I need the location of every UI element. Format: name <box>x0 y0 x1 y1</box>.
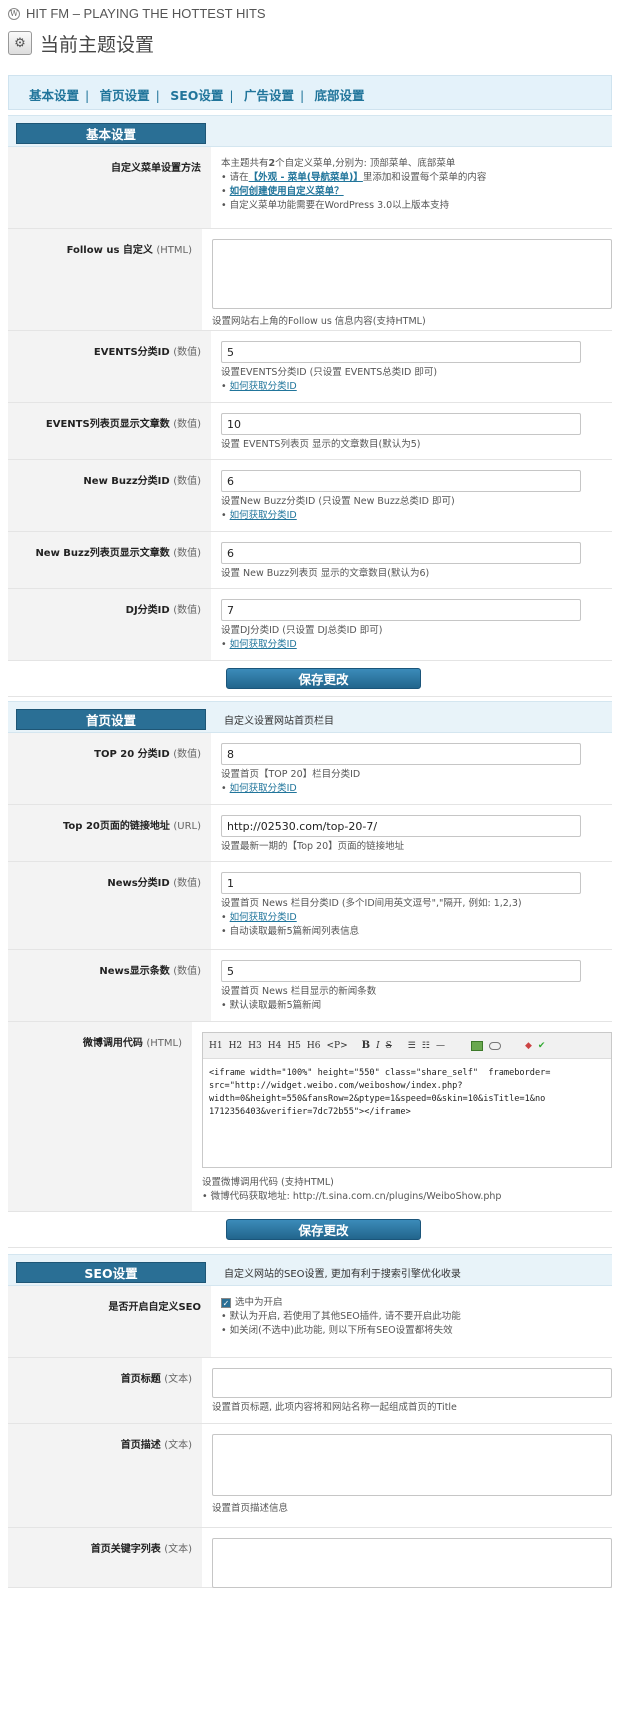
home-settings-section: 首页设置 自定义设置网站首页栏目 TOP 20 分类ID (数值) 8 设置首页… <box>8 701 612 1248</box>
nav-seo[interactable]: SEO设置 <box>170 88 223 103</box>
admin-topbar: W HIT FM – PLAYING THE HOTTEST HITS <box>0 0 620 22</box>
follow-us-hint: 设置网站右上角的Follow us 信息内容(支持HTML) <box>212 316 426 327</box>
basic-settings-section: 基本设置 自定义菜单设置方法 本主题共有2个自定义菜单,分别为: 顶部菜单、底部… <box>8 115 612 697</box>
menu-setting-info: 本主题共有2个自定义菜单,分别为: 顶部菜单、底部菜单 请在【外观 - 菜单(导… <box>211 147 612 228</box>
how-get-id-link[interactable]: 如何获取分类ID <box>230 510 297 521</box>
home-section-desc: 自定义设置网站首页栏目 <box>224 716 334 727</box>
how-get-id-link[interactable]: 如何获取分类ID <box>230 639 297 650</box>
basic-section-tab: 基本设置 <box>16 123 206 144</box>
events-count-row: EVENTS列表页显示文章数 (数值) 10 设置 EVENTS列表页 显示的文… <box>8 403 612 460</box>
how-get-id-link[interactable]: 如何获取分类ID <box>230 783 297 794</box>
nav-basic[interactable]: 基本设置 <box>29 88 79 103</box>
italic-button[interactable]: I <box>376 1039 380 1053</box>
custom-menu-help-link[interactable]: 如何创建使用自定义菜单？ <box>230 186 344 197</box>
top20-id-row: TOP 20 分类ID (数值) 8 设置首页【TOP 20】栏目分类ID 如何… <box>8 733 612 805</box>
weibo-code-textarea[interactable]: <iframe width="100%" height="550" class=… <box>203 1059 611 1167</box>
menu-setting-row: 自定义菜单设置方法 本主题共有2个自定义菜单,分别为: 顶部菜单、底部菜单 请在… <box>8 147 612 229</box>
seo-section-header: SEO设置 自定义网站的SEO设置, 更加有利于搜索引擎优化收录 <box>8 1254 612 1286</box>
home-save-row: 保存更改 <box>8 1212 612 1248</box>
editor-toolbar: H1 H2 H3 H4 H5 H6 <P> B I S ☰ ☷ — ◆ ✔ <box>203 1033 611 1059</box>
page-title: 当前主题设置 <box>40 33 155 56</box>
wordpress-icon: W <box>8 7 20 20</box>
seo-enable-checkbox[interactable]: ✓ <box>221 1297 231 1308</box>
menu-setting-label: 自定义菜单设置方法 <box>8 147 211 228</box>
h4-button[interactable]: H4 <box>268 1039 282 1053</box>
paragraph-button[interactable]: <P> <box>326 1039 347 1053</box>
image-icon[interactable] <box>470 1040 483 1051</box>
bold-button[interactable]: B <box>362 1039 370 1053</box>
code-icon[interactable]: ◆ <box>525 1039 532 1053</box>
home-save-button[interactable]: 保存更改 <box>226 1219 421 1240</box>
dj-id-input[interactable]: 7 <box>221 599 581 621</box>
weibo-code-row: 微博调用代码 (HTML) H1 H2 H3 H4 H5 H6 <P> B I … <box>8 1022 612 1212</box>
follow-us-label: Follow us 自定义 <box>66 245 153 256</box>
how-get-id-link[interactable]: 如何获取分类ID <box>230 381 297 392</box>
link-icon[interactable] <box>488 1041 501 1050</box>
menu-admin-link[interactable]: 【外观 - 菜单(导航菜单)】 <box>249 172 363 183</box>
h6-button[interactable]: H6 <box>307 1039 321 1053</box>
basic-save-row: 保存更改 <box>8 661 612 697</box>
bullet-list-icon[interactable]: ☰ <box>408 1039 416 1053</box>
seo-desc-textarea[interactable] <box>212 1434 612 1496</box>
buzz-id-input[interactable]: 6 <box>221 470 581 492</box>
seo-desc-row: 首页描述 (文本) 设置首页描述信息 <box>8 1424 612 1528</box>
h2-button[interactable]: H2 <box>229 1039 243 1053</box>
check-icon[interactable]: ✔ <box>538 1039 546 1053</box>
news-count-row: News显示条数 (数值) 5 设置首页 News 栏目显示的新闻条数 默认读取… <box>8 950 612 1022</box>
events-id-row: EVENTS分类ID (数值) 5 设置EVENTS分类ID (只设置 EVEN… <box>8 331 612 403</box>
hr-icon[interactable]: — <box>436 1039 445 1053</box>
weibo-code-editor: H1 H2 H3 H4 H5 H6 <P> B I S ☰ ☷ — ◆ ✔ <i… <box>202 1032 612 1168</box>
site-title[interactable]: HIT FM – PLAYING THE HOTTEST HITS <box>26 6 266 21</box>
h1-button[interactable]: H1 <box>209 1039 223 1053</box>
h5-button[interactable]: H5 <box>287 1039 301 1053</box>
seo-section-desc: 自定义网站的SEO设置, 更加有利于搜索引擎优化收录 <box>224 1269 461 1280</box>
top20-id-input[interactable]: 8 <box>221 743 581 765</box>
home-section-header: 首页设置 自定义设置网站首页栏目 <box>8 701 612 733</box>
news-id-input[interactable]: 1 <box>221 872 581 894</box>
seo-keywords-row: 首页关键字列表 (文本) <box>8 1528 612 1588</box>
news-count-input[interactable]: 5 <box>221 960 581 982</box>
seo-enable-row: 是否开启自定义SEO ✓选中为开启 默认为开启, 若使用了其他SEO插件, 请不… <box>8 1286 612 1358</box>
nav-ads[interactable]: 广告设置 <box>244 88 294 103</box>
basic-section-header: 基本设置 <box>8 115 612 147</box>
seo-title-input[interactable] <box>212 1368 612 1398</box>
settings-nav: 基本设置 | 首页设置 | SEO设置 | 广告设置 | 底部设置 <box>8 75 612 110</box>
events-count-input[interactable]: 10 <box>221 413 581 435</box>
events-id-input[interactable]: 5 <box>221 341 581 363</box>
strikethrough-button[interactable]: S <box>386 1039 392 1053</box>
nav-footer[interactable]: 底部设置 <box>315 88 365 103</box>
seo-title-row: 首页标题 (文本) 设置首页标题, 此项内容将和网站名称一起组成首页的Title <box>8 1358 612 1424</box>
follow-us-row: Follow us 自定义 (HTML) 设置网站右上角的Follow us 信… <box>8 229 612 331</box>
top20-url-input[interactable]: http://02530.com/top-20-7/ <box>221 815 581 837</box>
follow-us-textarea[interactable] <box>212 239 612 309</box>
numbered-list-icon[interactable]: ☷ <box>422 1039 430 1053</box>
page-heading: ⚙ 当前主题设置 <box>8 28 620 58</box>
buzz-id-row: New Buzz分类ID (数值) 6 设置New Buzz分类ID (只设置 … <box>8 460 612 532</box>
nav-home[interactable]: 首页设置 <box>100 88 150 103</box>
tools-icon: ⚙ <box>8 31 32 55</box>
top20-url-row: Top 20页面的链接地址 (URL) http://02530.com/top… <box>8 805 612 862</box>
home-section-tab: 首页设置 <box>16 709 206 730</box>
dj-id-row: DJ分类ID (数值) 7 设置DJ分类ID (只设置 DJ总类ID 即可) 如… <box>8 589 612 661</box>
basic-save-button[interactable]: 保存更改 <box>226 668 421 689</box>
h3-button[interactable]: H3 <box>248 1039 262 1053</box>
seo-settings-section: SEO设置 自定义网站的SEO设置, 更加有利于搜索引擎优化收录 是否开启自定义… <box>8 1254 612 1588</box>
seo-keywords-textarea[interactable] <box>212 1538 612 1588</box>
seo-section-tab: SEO设置 <box>16 1262 206 1283</box>
buzz-count-input[interactable]: 6 <box>221 542 581 564</box>
buzz-count-row: New Buzz列表页显示文章数 (数值) 6 设置 New Buzz列表页 显… <box>8 532 612 589</box>
news-id-row: News分类ID (数值) 1 设置首页 News 栏目分类ID (多个ID间用… <box>8 862 612 950</box>
how-get-id-link[interactable]: 如何获取分类ID <box>230 912 297 923</box>
